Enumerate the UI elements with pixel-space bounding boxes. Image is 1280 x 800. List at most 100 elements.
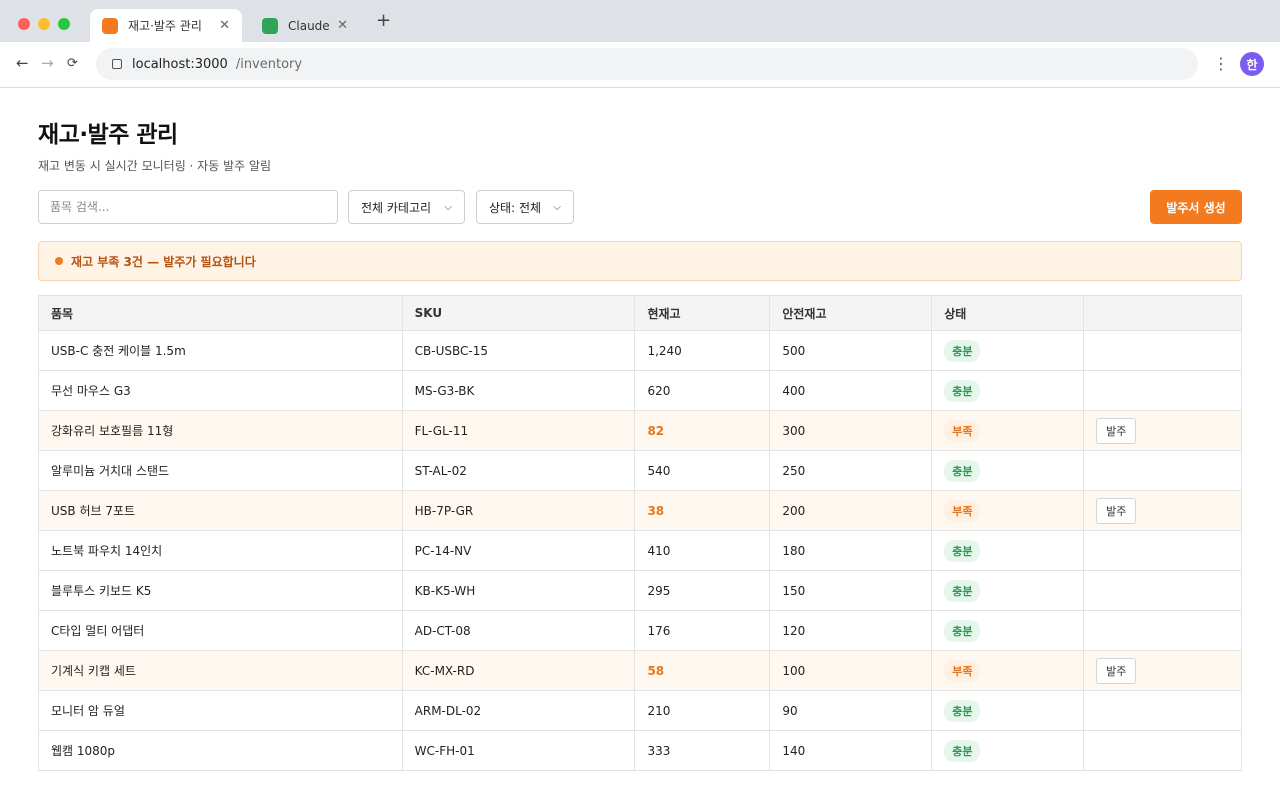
- close-icon[interactable]: ✕: [219, 18, 230, 33]
- sku-cell: HB-7P-GR: [401, 490, 636, 531]
- status-cell: 충분: [931, 330, 1085, 371]
- item-name-cell: 알루미늄 거치대 스탠드: [38, 450, 403, 491]
- action-cell: 발주: [1083, 490, 1242, 531]
- sku-cell: MS-G3-BK: [401, 370, 636, 411]
- status-badge: 충분: [944, 339, 981, 362]
- table-row: 기계식 키캡 세트 KC-MX-RD 58 100 부족 발주: [38, 650, 1242, 691]
- table-row: 웹캠 1080p WC-FH-01 333 140 충분: [38, 730, 1242, 771]
- status-cell: 부족: [931, 410, 1085, 451]
- status-cell: 충분: [931, 370, 1085, 411]
- table-row: 모니터 암 듀얼 ARM-DL-02 210 90 충분: [38, 690, 1242, 731]
- status-cell: 충분: [931, 450, 1085, 491]
- current-stock-cell: 82: [634, 410, 771, 451]
- action-cell: [1083, 450, 1242, 491]
- category-select[interactable]: 전체 카테고리 ⌵: [348, 190, 465, 224]
- table-row: USB 허브 7포트 HB-7P-GR 38 200 부족 발주: [38, 490, 1242, 531]
- safety-stock-cell: 180: [769, 530, 933, 571]
- window-controls: [18, 18, 70, 30]
- item-name-cell: 기계식 키캡 세트: [38, 650, 403, 691]
- page-content: 재고·발주 관리 재고 변동 시 실시간 모니터링 · 자동 발주 알림 전체 …: [0, 115, 1280, 771]
- tab-inventory[interactable]: 재고·발주 관리 ✕: [90, 9, 242, 42]
- table-header-row: 품목 SKU 현재고 안전재고 상태: [38, 295, 1242, 331]
- item-name-cell: USB 허브 7포트: [38, 490, 403, 531]
- status-cell: 충분: [931, 690, 1085, 731]
- tab-claude[interactable]: Claude ✕: [250, 9, 360, 42]
- action-cell: [1083, 570, 1242, 611]
- create-po-button[interactable]: 발주서 생성: [1150, 190, 1242, 224]
- item-name-cell: 웹캠 1080p: [38, 730, 403, 771]
- item-name-cell: 블루투스 키보드 K5: [38, 570, 403, 611]
- safety-stock-cell: 400: [769, 370, 933, 411]
- search-input[interactable]: [38, 190, 338, 224]
- action-cell: [1083, 730, 1242, 771]
- column-header-item[interactable]: 품목: [38, 295, 403, 331]
- tab-favicon-icon: [102, 17, 118, 34]
- more-options-icon[interactable]: ⋮: [1213, 54, 1229, 73]
- current-stock-cell: 295: [634, 570, 771, 611]
- column-header-safety-stock[interactable]: 안전재고: [769, 295, 933, 331]
- table-row: USB-C 충전 케이블 1.5m CB-USBC-15 1,240 500 충분: [38, 330, 1242, 371]
- close-window-button[interactable]: [18, 18, 30, 30]
- sku-cell: FL-GL-11: [401, 410, 636, 451]
- current-stock-cell: 38: [634, 490, 771, 531]
- status-badge: 부족: [944, 419, 981, 442]
- close-icon[interactable]: ✕: [337, 18, 348, 33]
- status-badge: 충분: [944, 579, 981, 602]
- column-header-status[interactable]: 상태: [931, 295, 1085, 331]
- safety-stock-cell: 100: [769, 650, 933, 691]
- chevron-down-icon: ⌵: [553, 201, 561, 213]
- alert-dot-icon: [55, 257, 63, 265]
- sku-cell: CB-USBC-15: [401, 330, 636, 371]
- page-info-icon[interactable]: [112, 59, 122, 69]
- status-cell: 충분: [931, 730, 1085, 771]
- safety-stock-cell: 140: [769, 730, 933, 771]
- sku-cell: AD-CT-08: [401, 610, 636, 651]
- safety-stock-cell: 300: [769, 410, 933, 451]
- safety-stock-cell: 250: [769, 450, 933, 491]
- category-select-value: 전체 카테고리: [361, 200, 432, 215]
- status-badge: 충분: [944, 379, 981, 402]
- status-badge: 부족: [944, 659, 981, 682]
- table-row: 알루미늄 거치대 스탠드 ST-AL-02 540 250 충분: [38, 450, 1242, 491]
- safety-stock-cell: 120: [769, 610, 933, 651]
- page-subtitle: 재고 변동 시 실시간 모니터링 · 자동 발주 알림: [38, 159, 272, 173]
- address-bar[interactable]: localhost:3000 /inventory: [96, 48, 1198, 80]
- back-arrow-icon[interactable]: ←: [16, 54, 29, 72]
- order-button[interactable]: 발주: [1096, 657, 1137, 684]
- new-tab-plus-icon[interactable]: +: [376, 10, 391, 31]
- status-cell: 부족: [931, 490, 1085, 531]
- safety-stock-cell: 90: [769, 690, 933, 731]
- maximize-window-button[interactable]: [58, 18, 70, 30]
- status-badge: 충분: [944, 619, 981, 642]
- reload-icon[interactable]: ⟳: [67, 56, 78, 71]
- table-row: 무선 마우스 G3 MS-G3-BK 620 400 충분: [38, 370, 1242, 411]
- item-name-cell: 노트북 파우치 14인치: [38, 530, 403, 571]
- page-title: 재고·발주 관리: [38, 122, 178, 148]
- action-cell: 발주: [1083, 650, 1242, 691]
- browser-tab-bar: 재고·발주 관리 ✕ Claude ✕ +: [0, 0, 1280, 42]
- current-stock-cell: 333: [634, 730, 771, 771]
- current-stock-cell: 620: [634, 370, 771, 411]
- sku-cell: WC-FH-01: [401, 730, 636, 771]
- action-cell: [1083, 530, 1242, 571]
- table-row: 노트북 파우치 14인치 PC-14-NV 410 180 충분: [38, 530, 1242, 571]
- status-badge: 충분: [944, 539, 981, 562]
- item-name-cell: 무선 마우스 G3: [38, 370, 403, 411]
- forward-arrow-icon[interactable]: →: [41, 54, 54, 72]
- minimize-window-button[interactable]: [38, 18, 50, 30]
- status-cell: 충분: [931, 610, 1085, 651]
- column-header-stock[interactable]: 현재고: [634, 295, 771, 331]
- action-cell: 발주: [1083, 410, 1242, 451]
- status-select-value: 상태: 전체: [489, 200, 542, 215]
- order-button[interactable]: 발주: [1096, 497, 1137, 524]
- status-select[interactable]: 상태: 전체 ⌵: [476, 190, 574, 224]
- column-header-actions: [1083, 295, 1242, 331]
- profile-avatar[interactable]: 한: [1240, 52, 1264, 76]
- inventory-table: 품목 SKU 현재고 안전재고 상태 USB-C 충전 케이블 1.5m CB-U…: [38, 295, 1242, 771]
- column-header-sku[interactable]: SKU: [401, 295, 636, 331]
- safety-stock-cell: 200: [769, 490, 933, 531]
- tab-favicon-icon: [262, 17, 278, 34]
- low-stock-alert: 재고 부족 3건 — 발주가 필요합니다: [38, 241, 1242, 281]
- current-stock-cell: 210: [634, 690, 771, 731]
- order-button[interactable]: 발주: [1096, 417, 1137, 444]
